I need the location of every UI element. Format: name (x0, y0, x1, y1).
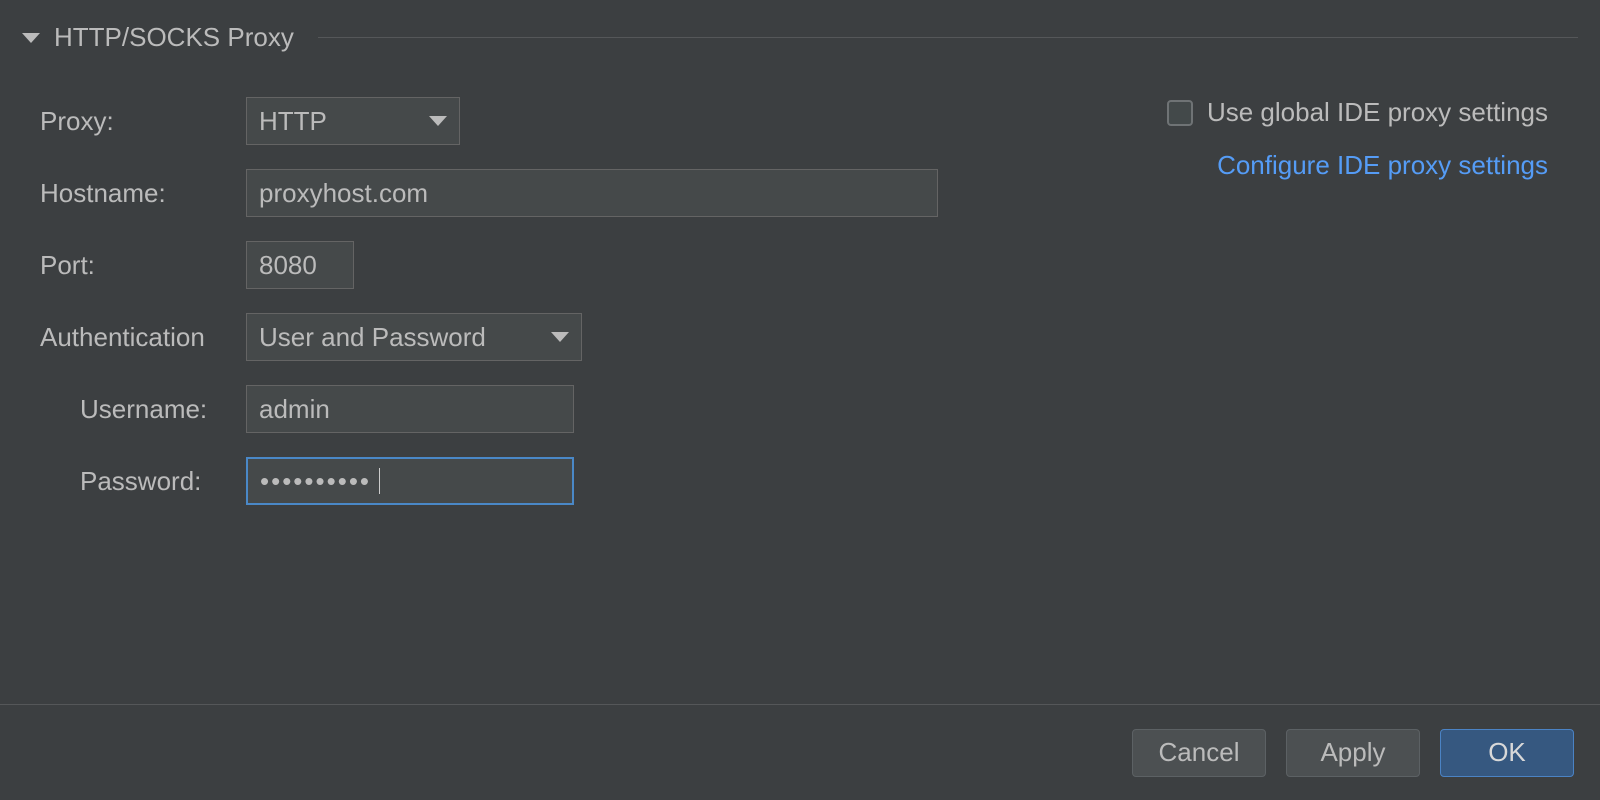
proxy-select[interactable]: HTTP (246, 97, 460, 145)
collapse-arrow-icon[interactable] (22, 33, 40, 43)
section-header[interactable]: HTTP/SOCKS Proxy (0, 0, 1600, 61)
section-title: HTTP/SOCKS Proxy (54, 22, 294, 53)
use-global-proxy-checkbox[interactable] (1167, 100, 1193, 126)
username-label: Username: (40, 394, 232, 425)
hostname-value: proxyhost.com (259, 178, 428, 209)
port-value: 8080 (259, 250, 317, 281)
port-input[interactable]: 8080 (246, 241, 354, 289)
username-value: admin (259, 394, 330, 425)
password-value: •••••••••• (260, 466, 371, 497)
port-label: Port: (40, 250, 232, 281)
hostname-label: Hostname: (40, 178, 232, 209)
chevron-down-icon (551, 332, 569, 342)
username-input[interactable]: admin (246, 385, 574, 433)
authentication-selected-value: User and Password (259, 322, 527, 353)
text-caret-icon (379, 468, 380, 494)
use-global-proxy-label: Use global IDE proxy settings (1207, 97, 1548, 128)
password-label: Password: (40, 466, 232, 497)
authentication-select[interactable]: User and Password (246, 313, 582, 361)
apply-button[interactable]: Apply (1286, 729, 1420, 777)
section-rule (318, 37, 1578, 38)
proxy-selected-value: HTTP (259, 106, 405, 137)
cancel-button[interactable]: Cancel (1132, 729, 1266, 777)
ok-button[interactable]: OK (1440, 729, 1574, 777)
configure-ide-proxy-link[interactable]: Configure IDE proxy settings (1217, 150, 1548, 181)
chevron-down-icon (429, 116, 447, 126)
proxy-label: Proxy: (40, 106, 232, 137)
authentication-label: Authentication (40, 322, 232, 353)
hostname-input[interactable]: proxyhost.com (246, 169, 938, 217)
password-input[interactable]: •••••••••• (246, 457, 574, 505)
dialog-footer: Cancel Apply OK (0, 704, 1600, 800)
